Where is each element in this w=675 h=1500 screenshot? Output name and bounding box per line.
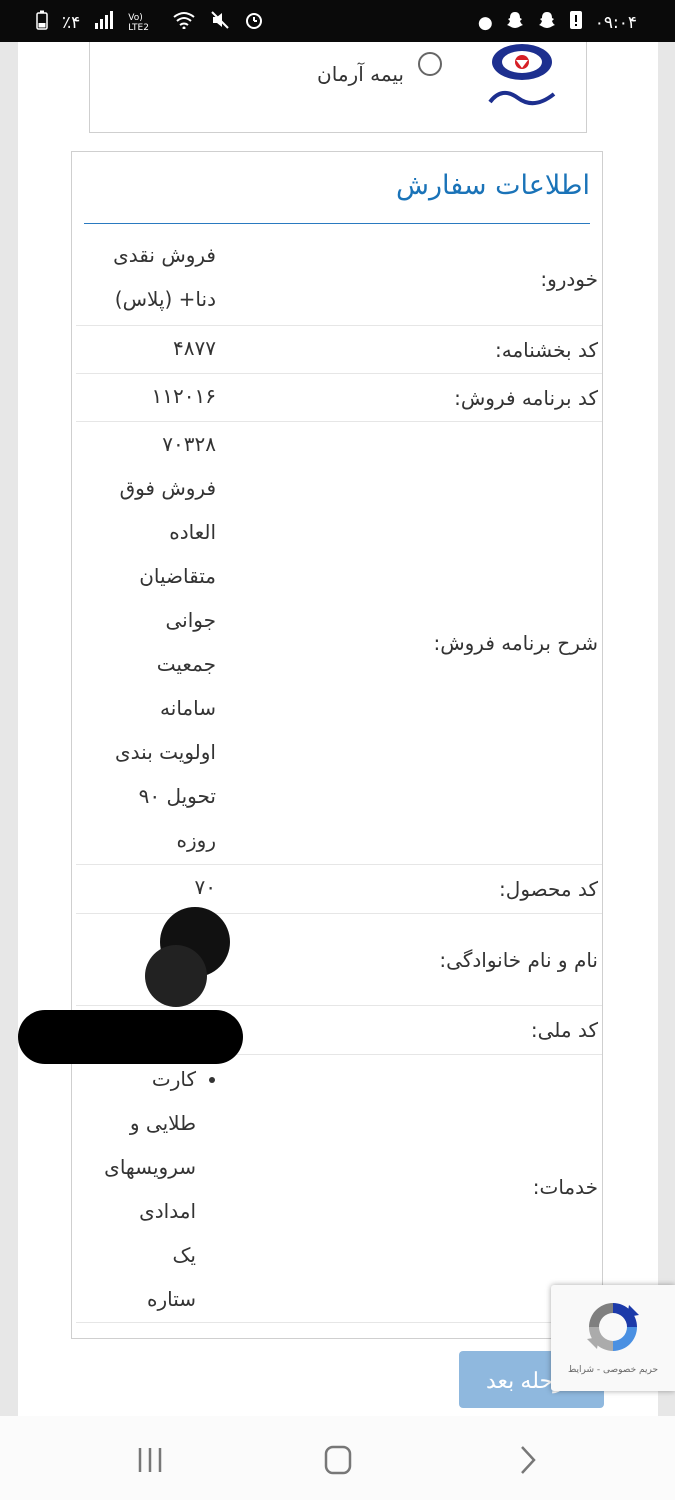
value-line: ۷۰۳۲۸ <box>162 432 216 456</box>
order-info-card: اطلاعات سفارش خودرو: فروش نقدی دنا+ (پلا… <box>71 151 603 1339</box>
row-label: کد ملی: <box>530 1018 598 1042</box>
row-sales-program-description: شرح برنامه فروش: ۷۰۳۲۸ فروش فوق العاده م… <box>76 421 602 865</box>
insurer-radio[interactable] <box>418 52 442 76</box>
row-vehicle: خودرو: فروش نقدی دنا+ (پلاس) <box>76 229 602 325</box>
value-line: سامانه <box>160 696 216 720</box>
row-services: خدمات: کارت طلایی و سرویسهای امدادی یک س… <box>76 1054 602 1323</box>
status-left: ٪۴ Vo) LTE2 <box>36 10 264 35</box>
back-icon[interactable] <box>508 1442 548 1478</box>
row-value: کارت طلایی و سرویسهای امدادی یک ستاره <box>80 1057 216 1321</box>
dot-icon: ● <box>477 12 493 33</box>
row-divider <box>76 1322 602 1324</box>
wifi-icon <box>172 11 196 34</box>
battery-percent: ٪۴ <box>62 12 81 33</box>
page-gutter-right <box>658 42 675 1416</box>
recaptcha-footer[interactable]: حریم خصوصی - شرایط <box>551 1365 675 1375</box>
value-line: ۴۸۷۷ <box>173 336 216 360</box>
value-line: تحویل ۹۰ <box>138 784 216 808</box>
title-divider <box>84 223 590 224</box>
signal-icon <box>94 11 114 34</box>
value-line: روزه <box>176 828 216 852</box>
list-item: کارت طلایی و سرویسهای امدادی یک ستاره <box>80 1057 196 1321</box>
page-gutter-left <box>0 42 18 1416</box>
value-line: متقاضیان <box>139 564 216 588</box>
value-line: فروش نقدی <box>113 243 216 267</box>
row-value: ۱۱۲۰۱۶ <box>80 374 216 418</box>
services-list: کارت طلایی و سرویسهای امدادی یک ستاره <box>80 1057 216 1321</box>
row-label: خودرو: <box>540 267 598 291</box>
row-value: فروش نقدی دنا+ (پلاس) <box>80 233 216 321</box>
recaptcha-badge[interactable]: حریم خصوصی - شرایط <box>551 1285 675 1391</box>
snapchat-icon <box>537 10 557 35</box>
value-line: یک <box>172 1243 196 1267</box>
value-line: جوانی <box>165 608 217 632</box>
alarm-icon <box>244 10 264 35</box>
navigation-bar <box>0 1416 675 1500</box>
row-label: نام و نام خانوادگی: <box>439 948 598 972</box>
row-label: شرح برنامه فروش: <box>433 631 598 655</box>
armaan-insurance-logo <box>482 42 562 112</box>
value-line: دنا+ (پلاس) <box>114 287 216 311</box>
value-line: ۷۰ <box>194 875 216 899</box>
row-sales-program-code: کد برنامه فروش: ۱۱۲۰۱۶ <box>76 373 602 422</box>
value-line: ستاره <box>146 1287 196 1311</box>
row-label: خدمات: <box>532 1175 598 1199</box>
row-product-code: کد محصول: ۷۰ <box>76 864 602 914</box>
lte-icon: Vo) LTE2 <box>128 12 149 33</box>
row-label: کد برنامه فروش: <box>454 386 598 410</box>
status-right: ● ۰۹:۰۴ <box>478 10 637 35</box>
alert-icon <box>569 10 583 35</box>
value-line: العاده <box>169 520 216 544</box>
value-line: سرویسهای <box>104 1155 196 1179</box>
value-line: اولویت بندی <box>115 740 216 764</box>
value-line: امدادی <box>139 1199 196 1223</box>
redaction-mark <box>18 1010 243 1064</box>
redaction-mark <box>145 945 207 1007</box>
mute-icon <box>210 10 230 35</box>
value-line: جمعیت <box>156 652 216 676</box>
value-line: ۱۱۲۰۱۶ <box>151 384 216 408</box>
row-value: ۷۰ <box>80 865 216 909</box>
row-value: ۴۸۷۷ <box>80 326 216 370</box>
home-icon[interactable] <box>318 1442 358 1478</box>
value-line: فروش فوق <box>119 476 216 500</box>
row-circular-code: کد بخشنامه: ۴۸۷۷ <box>76 325 602 374</box>
recaptcha-icon <box>583 1297 643 1357</box>
value-line: طلایی و <box>129 1111 196 1135</box>
insurer-option[interactable]: بیمه آرمان <box>89 42 587 133</box>
row-label: کد بخشنامه: <box>495 338 598 362</box>
clock: ۰۹:۰۴ <box>594 12 637 33</box>
row-label: کد محصول: <box>499 877 598 901</box>
snapchat-icon <box>505 10 525 35</box>
battery-icon <box>36 10 48 35</box>
row-value: ۷۰۳۲۸ فروش فوق العاده متقاضیان جوانی جمع… <box>80 422 216 862</box>
recents-icon[interactable] <box>130 1442 170 1478</box>
order-info-title: اطلاعات سفارش <box>396 170 590 201</box>
insurer-label: بیمه آرمان <box>317 62 404 86</box>
status-bar: ٪۴ Vo) LTE2 ● ۰۹:۰۴ <box>0 0 675 42</box>
